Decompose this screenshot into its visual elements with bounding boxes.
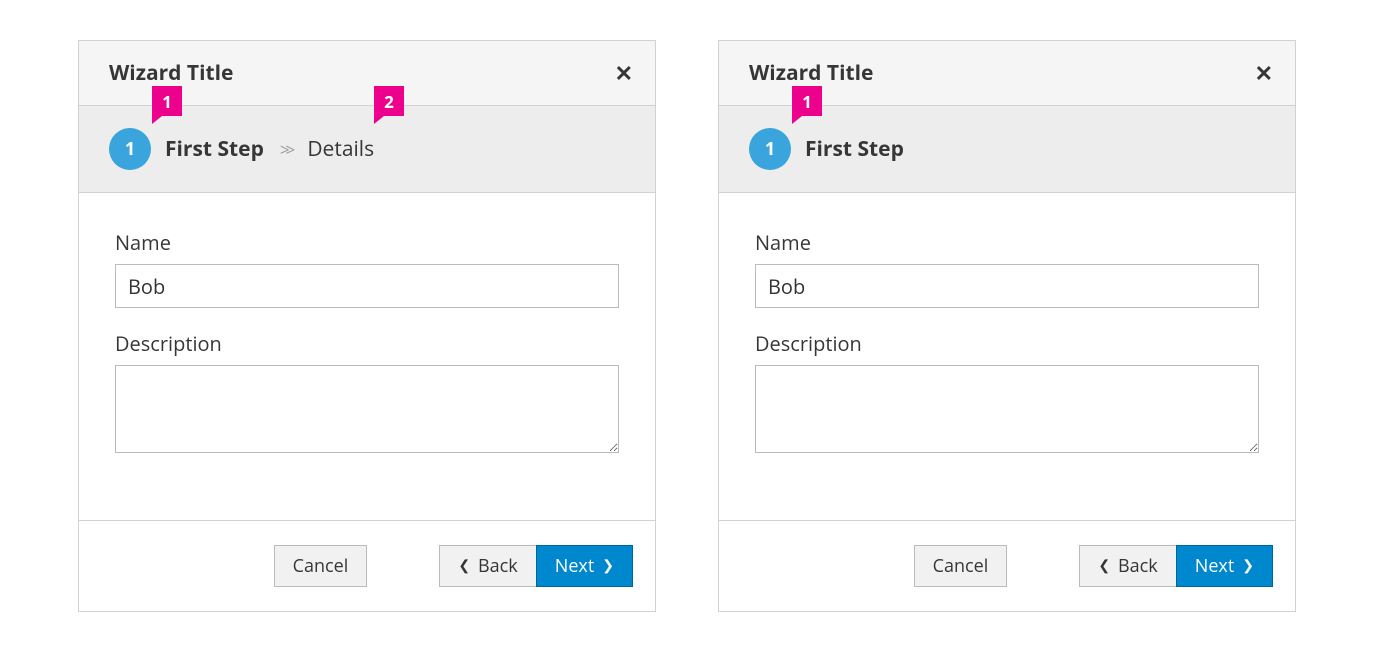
step-number-badge[interactable]: 1 <box>749 128 791 170</box>
field-group-name: Name <box>115 229 619 308</box>
wizard-footer: Cancel ❮ Back Next ❯ <box>719 520 1295 611</box>
back-label: Back <box>478 554 518 578</box>
field-group-description: Description <box>115 330 619 458</box>
next-label: Next <box>1195 554 1235 578</box>
next-button[interactable]: Next ❯ <box>1176 545 1273 587</box>
wizard-steps: 1 2 1 First Step >> Details <box>79 106 655 193</box>
wizard-title: Wizard Title <box>109 59 233 87</box>
description-label: Description <box>115 330 619 357</box>
field-group-name: Name <box>755 229 1259 308</box>
close-icon[interactable]: ✕ <box>615 62 633 84</box>
name-input[interactable] <box>755 264 1259 308</box>
cancel-button[interactable]: Cancel <box>914 545 1008 587</box>
name-label: Name <box>115 229 619 256</box>
step-label-first[interactable]: First Step <box>805 135 904 163</box>
wizard-steps: 1 1 First Step <box>719 106 1295 193</box>
annotation-callout-1: 1 <box>792 86 822 116</box>
wizard-footer: Cancel ❮ Back Next ❯ <box>79 520 655 611</box>
field-group-description: Description <box>755 330 1259 458</box>
chevron-left-icon: ❮ <box>458 559 470 573</box>
chevron-double-right-icon: >> <box>280 138 291 161</box>
next-label: Next <box>555 554 595 578</box>
annotation-callout-2: 2 <box>374 86 404 116</box>
step-label-first[interactable]: First Step <box>165 135 264 163</box>
wizard-panel-right: Wizard Title ✕ 1 1 First Step Name Descr… <box>718 40 1296 612</box>
step-label-details[interactable]: Details <box>307 135 374 163</box>
name-label: Name <box>755 229 1259 256</box>
wizard-title: Wizard Title <box>749 59 873 87</box>
wizard-body: Name Description <box>79 193 655 520</box>
nav-button-group: ❮ Back Next ❯ <box>439 545 633 587</box>
nav-button-group: ❮ Back Next ❯ <box>1079 545 1273 587</box>
annotation-callout-1: 1 <box>152 86 182 116</box>
back-label: Back <box>1118 554 1158 578</box>
close-icon[interactable]: ✕ <box>1255 62 1273 84</box>
cancel-label: Cancel <box>933 554 989 578</box>
chevron-right-icon: ❯ <box>1242 559 1254 573</box>
step-number-badge[interactable]: 1 <box>109 128 151 170</box>
description-textarea[interactable] <box>755 365 1259 453</box>
cancel-label: Cancel <box>293 554 349 578</box>
wizard-body: Name Description <box>719 193 1295 520</box>
description-textarea[interactable] <box>115 365 619 453</box>
next-button[interactable]: Next ❯ <box>536 545 633 587</box>
description-label: Description <box>755 330 1259 357</box>
chevron-right-icon: ❯ <box>602 559 614 573</box>
chevron-left-icon: ❮ <box>1098 559 1110 573</box>
wizard-panel-left: Wizard Title ✕ 1 2 1 First Step >> Detai… <box>78 40 656 612</box>
back-button[interactable]: ❮ Back <box>439 545 535 587</box>
cancel-button[interactable]: Cancel <box>274 545 368 587</box>
name-input[interactable] <box>115 264 619 308</box>
back-button[interactable]: ❮ Back <box>1079 545 1175 587</box>
